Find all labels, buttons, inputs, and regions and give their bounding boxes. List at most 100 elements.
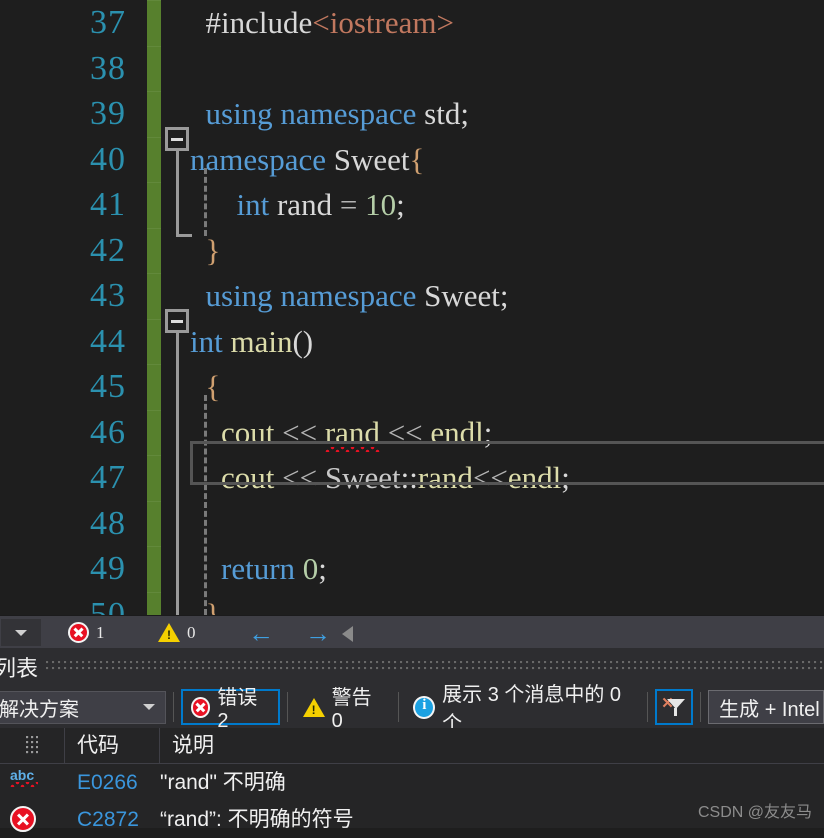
status-error-count[interactable]: 1 xyxy=(68,616,105,649)
line-number: 42 xyxy=(90,231,126,269)
line-number: 45 xyxy=(90,368,126,405)
code-line-text: int main() xyxy=(190,319,313,365)
panel-drag-grip[interactable] xyxy=(46,661,824,673)
errors-filter-button[interactable]: 错误 2 xyxy=(180,687,280,732)
code-line[interactable]: 42 } xyxy=(0,227,824,273)
change-bar xyxy=(147,182,161,228)
code-token: cout xyxy=(221,414,283,450)
build-filter-dropdown[interactable]: 生成 + Intel xyxy=(708,690,824,724)
line-number: 43 xyxy=(90,277,126,314)
fold-marker-main[interactable] xyxy=(165,309,189,333)
code-line[interactable]: 37 #include<iostream> xyxy=(0,0,824,46)
error-icon xyxy=(10,806,36,832)
code-line[interactable]: 46 cout << rand << endl; xyxy=(0,409,824,456)
code-line-text: using namespace std; xyxy=(190,91,469,137)
clear-filter-button[interactable]: ✕ xyxy=(655,689,694,725)
change-bar xyxy=(147,91,161,137)
line-number: 38 xyxy=(90,49,126,87)
warnings-filter-button[interactable]: 警告 0 xyxy=(295,687,391,732)
code-token: #include xyxy=(205,5,313,40)
code-line[interactable]: 39 using namespace std; xyxy=(0,91,824,137)
column-header-description[interactable]: 说明 xyxy=(160,728,824,764)
code-token: ; xyxy=(396,187,405,222)
arrow-left-icon: ← xyxy=(248,617,274,648)
code-line-text: int rand = 10; xyxy=(190,182,405,228)
column-header-code[interactable]: 代码 xyxy=(65,728,160,764)
code-token: Sweet; xyxy=(424,278,509,313)
navigate-forward-button[interactable]: → xyxy=(305,616,331,649)
messages-filter-button[interactable]: 展示 3 个消息中的 0 个 xyxy=(405,684,640,735)
fold-line-main xyxy=(176,332,179,615)
status-warning-count-label: 0 xyxy=(187,622,196,642)
scroll-left-icon[interactable] xyxy=(342,626,353,642)
code-token: { xyxy=(205,369,221,404)
code-token: ; xyxy=(318,551,327,586)
code-token: int xyxy=(190,323,231,359)
code-line[interactable]: 45 { xyxy=(0,364,824,410)
table-row[interactable]: abc E0266 "rand" 不明确 xyxy=(0,764,824,801)
line-number: 37 xyxy=(90,4,126,41)
indent-guide-main xyxy=(204,395,207,615)
scope-filter-dropdown[interactable]: 解决方案 xyxy=(0,690,166,724)
clear-filter-icon: ✕ xyxy=(660,694,688,720)
line-number: 44 xyxy=(90,322,126,360)
code-line[interactable]: 38 xyxy=(0,45,824,91)
fold-marker-namespace[interactable] xyxy=(165,127,189,151)
code-token: 0 xyxy=(302,551,319,586)
code-line[interactable]: 50 } xyxy=(0,591,824,616)
code-line-text: cout << rand << endl; xyxy=(190,410,492,456)
change-bar xyxy=(147,591,161,615)
watermark-label: CSDN @友友马 xyxy=(697,804,812,821)
funnel-stem-icon xyxy=(674,708,678,716)
status-warning-count[interactable]: 0 xyxy=(158,616,196,649)
toolbar-divider xyxy=(647,692,649,722)
row-selector-column-header xyxy=(0,728,65,764)
code-line[interactable]: 49 return 0; xyxy=(0,546,824,592)
code-token: << xyxy=(472,460,508,495)
code-line[interactable]: 44 int main() xyxy=(0,318,824,365)
change-bar xyxy=(147,500,161,546)
indent-guide-namespace xyxy=(204,168,207,236)
line-number: 48 xyxy=(90,504,126,542)
code-token: } xyxy=(205,596,221,616)
code-line[interactable]: 48 xyxy=(0,500,824,546)
status-scope-dropdown[interactable] xyxy=(0,618,42,647)
code-line[interactable]: 47 cout << Sweet::rand<<endl; xyxy=(0,455,824,501)
code-token: ; xyxy=(561,460,570,495)
code-line-text: #include<iostream> xyxy=(190,0,454,46)
code-line[interactable]: 43 using namespace Sweet; xyxy=(0,273,824,319)
code-line-list[interactable]: 37 #include<iostream> 38 39 using namespac… xyxy=(0,0,824,615)
code-token: std; xyxy=(424,96,469,131)
code-line[interactable]: 40 namespace Sweet{ xyxy=(0,136,824,182)
error-code-cell[interactable]: C2872 xyxy=(77,801,139,838)
editor-status-bar[interactable]: 1 0 ← → xyxy=(0,615,824,648)
column-chooser-icon[interactable] xyxy=(26,736,38,756)
code-token: Sweet xyxy=(324,460,401,495)
navigate-back-button[interactable]: ← xyxy=(248,616,274,649)
error-squiggle-token: rand xyxy=(324,410,381,456)
code-token: cout xyxy=(221,460,283,495)
error-list-toolbar[interactable]: 解决方案 错误 2 警告 0 展示 3 个消息中的 0 个 ✕ xyxy=(0,684,824,735)
scope-filter-label: 解决方案 xyxy=(0,698,79,721)
error-icon xyxy=(190,696,211,718)
arrow-right-icon: → xyxy=(305,617,331,648)
code-token: ; xyxy=(483,414,493,450)
toolbar-divider xyxy=(172,692,174,722)
code-token: } xyxy=(205,232,221,268)
line-number: 50 xyxy=(90,595,126,616)
code-token: using namespace xyxy=(205,96,425,131)
code-token: () xyxy=(292,323,314,359)
toolbar-divider xyxy=(700,692,702,722)
code-editor[interactable]: 37 #include<iostream> 38 39 using namespac… xyxy=(0,0,824,615)
change-bar xyxy=(147,136,161,182)
error-code-cell[interactable]: E0266 xyxy=(77,764,138,801)
code-token: endl xyxy=(507,460,562,495)
code-token: int xyxy=(236,187,270,222)
change-bar xyxy=(147,0,161,46)
error-list-panel[interactable]: 列表 解决方案 错误 2 警告 0 展示 3 个消息中的 0 个 ✕ xyxy=(0,648,824,832)
code-token: return xyxy=(221,551,303,586)
code-token: main xyxy=(230,323,293,359)
code-token: << xyxy=(282,460,325,495)
code-line[interactable]: 41 int rand = 10; xyxy=(0,182,824,228)
